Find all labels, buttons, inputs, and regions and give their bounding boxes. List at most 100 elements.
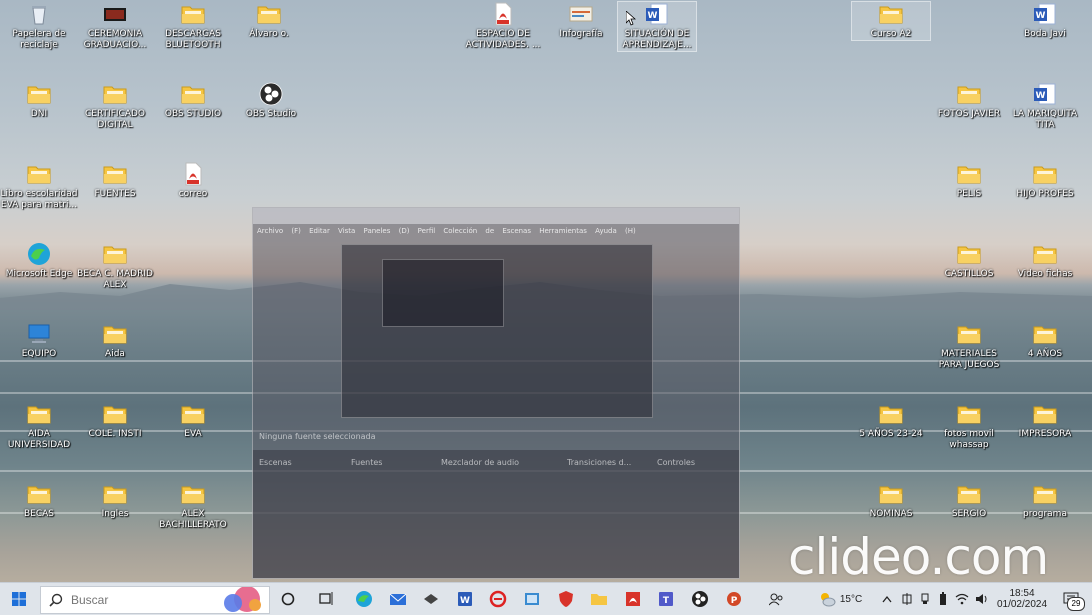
people-button[interactable]	[766, 583, 786, 615]
desktop-icon[interactable]: BECA C. MADRID ALEX	[76, 242, 154, 291]
desktop-icon[interactable]: CEREMONIA GRADUACIO...	[76, 2, 154, 51]
desktop-icon[interactable]: EQUIPO	[0, 322, 78, 360]
desktop-icon[interactable]: NOMINAS	[852, 482, 930, 520]
desktop-icon[interactable]: MATERIALES PARA JUEGOS	[930, 322, 1008, 371]
svg-text:W: W	[1036, 11, 1046, 21]
desktop-icon[interactable]: Papelera de reciclaje	[0, 2, 78, 51]
mail-taskbar-button[interactable]	[384, 583, 412, 615]
desktop-icon-label: CEREMONIA GRADUACIO...	[83, 29, 147, 50]
desktop-icon[interactable]: ALEX BACHILLERATO	[154, 482, 232, 531]
desktop-icon[interactable]: AIDA UNIVERSIDAD	[0, 402, 78, 451]
taskbar-search[interactable]	[40, 586, 270, 614]
desktop-icon-label: 5 AÑOS 23-24	[859, 429, 923, 439]
volume-icon	[976, 594, 987, 604]
desktop-icon[interactable]: Video fichas	[1006, 242, 1084, 280]
obs-taskbar-button[interactable]	[686, 583, 714, 615]
desktop-icon-label: correo	[178, 189, 208, 199]
desktop-icon[interactable]: DESCARGAS BLUETOOTH	[154, 2, 232, 51]
desktop-icon[interactable]: EVA	[154, 402, 232, 440]
desktop-icon[interactable]: Curso A2	[851, 1, 931, 41]
desktop-icon[interactable]: Infografía	[542, 2, 620, 40]
desktop-icon[interactable]: OBS STUDIO	[154, 82, 232, 120]
desktop-icon-label: BECA C. MADRID ALEX	[77, 269, 153, 290]
obs-icon	[692, 591, 708, 607]
desktop-icon[interactable]: Álvaro o.	[230, 2, 308, 40]
desktop-icon[interactable]: 5 AÑOS 23-24	[852, 402, 930, 440]
acrobat-taskbar-button[interactable]	[619, 583, 647, 615]
folder-icon	[103, 486, 127, 504]
word-taskbar-button[interactable]: W	[451, 583, 479, 615]
tray-app-button[interactable]	[900, 583, 914, 615]
desktop-icon[interactable]: programa	[1006, 482, 1084, 520]
desktop-icon[interactable]: fotos movil whassap	[930, 402, 1008, 451]
notifications-button[interactable]: 29	[1056, 583, 1086, 615]
desktop-icon[interactable]: FUENTES	[76, 162, 154, 200]
desktop-icon[interactable]: OBS Studio	[232, 82, 310, 120]
task-view-button[interactable]	[314, 583, 338, 615]
desktop-icon[interactable]: BECAS	[0, 482, 78, 520]
desktop-icon[interactable]: COLE. INSTI	[76, 402, 154, 440]
desktop-icon[interactable]: IMPRESORA	[1006, 402, 1084, 440]
hardware-taskbar-button[interactable]	[417, 583, 445, 615]
clock[interactable]: 18:54 01/02/2024	[994, 583, 1050, 615]
desktop-icon[interactable]: FOTOS JAVIER	[930, 82, 1008, 120]
desktop-icon[interactable]: CERTIFICADO DIGITAL	[76, 82, 154, 131]
folder-icon	[181, 486, 205, 504]
desktop-icon-label: LA MARIQUITA TITA	[1012, 109, 1078, 130]
desktop-icon[interactable]: W LA MARIQUITA TITA	[1006, 82, 1084, 131]
desktop-icon[interactable]: ESPACIO DE ACTIVIDADES. ...	[464, 2, 542, 51]
desktop-icon-label: Libro escolaridad EVA para matri...	[0, 189, 78, 210]
desktop-icon[interactable]: PELIS	[930, 162, 1008, 200]
tray-volume-button[interactable]	[974, 583, 990, 615]
folder-icon	[957, 486, 981, 504]
notification-count-badge: 29	[1067, 597, 1085, 611]
photos-taskbar-button[interactable]	[518, 583, 546, 615]
edge-taskbar-button[interactable]	[350, 583, 378, 615]
folder-icon	[181, 6, 205, 24]
tray-battery-button[interactable]	[936, 583, 950, 615]
obs-docks: Escenas Fuentes Mezclador de audio Trans…	[253, 450, 739, 578]
shield-taskbar-button[interactable]	[552, 583, 580, 615]
weather-widget[interactable]: 15°C	[812, 583, 868, 615]
tray-usb-button[interactable]	[918, 583, 932, 615]
recycle-bin-icon	[32, 6, 46, 25]
pdf-icon	[495, 2, 512, 26]
word-icon: W	[1034, 83, 1056, 105]
desktop-icon[interactable]: correo	[154, 162, 232, 200]
desktop-icon[interactable]: Microsoft Edge	[0, 242, 78, 280]
folder-icon	[957, 166, 981, 184]
folder-icon	[103, 246, 127, 264]
cortana-button[interactable]	[276, 583, 300, 615]
folder-icon	[879, 406, 903, 424]
desktop-icon[interactable]: W SITUACIÓN DE APRENDIZAJE...	[617, 1, 697, 52]
folder-icon	[257, 6, 281, 24]
tray-network-button[interactable]	[954, 583, 970, 615]
desktop-icon-label: fotos movil whassap	[944, 429, 994, 450]
cortana-icon	[281, 592, 295, 606]
powerpoint-taskbar-button[interactable]: P	[720, 583, 748, 615]
desktop-icon[interactable]: Ingles	[76, 482, 154, 520]
desktop-icon[interactable]: Aida	[76, 322, 154, 360]
desktop-icon[interactable]: 4 AÑOS	[1006, 322, 1084, 360]
tray-overflow-button[interactable]	[880, 583, 894, 615]
shield-icon	[558, 591, 573, 607]
desktop-icon[interactable]: HIJO PROFES	[1006, 162, 1084, 200]
obs-dock-controls: Controles	[657, 458, 696, 467]
desktop-icon-label: SITUACIÓN DE APRENDIZAJE...	[622, 29, 692, 50]
desktop-icon-label: Ingles	[101, 509, 129, 519]
mouse-cursor-icon	[626, 11, 636, 26]
start-button[interactable]	[4, 583, 34, 615]
desktop-icon[interactable]: SERGIO	[930, 482, 1008, 520]
explorer-taskbar-button[interactable]	[585, 583, 613, 615]
svg-text:T: T	[663, 596, 670, 606]
desktop-icon[interactable]: DNI	[0, 82, 78, 120]
desktop-icon[interactable]: Libro escolaridad EVA para matri...	[0, 162, 78, 211]
pdf-icon	[185, 162, 202, 186]
ring-taskbar-button[interactable]	[484, 583, 512, 615]
folder-icon	[957, 326, 981, 344]
teams-taskbar-button[interactable]: T	[652, 583, 680, 615]
desktop-icon[interactable]: W Boda Javi	[1006, 2, 1084, 40]
desktop-icon[interactable]: CASTILLOS	[930, 242, 1008, 280]
search-input[interactable]	[69, 592, 203, 608]
chevron-up-icon	[882, 595, 892, 603]
